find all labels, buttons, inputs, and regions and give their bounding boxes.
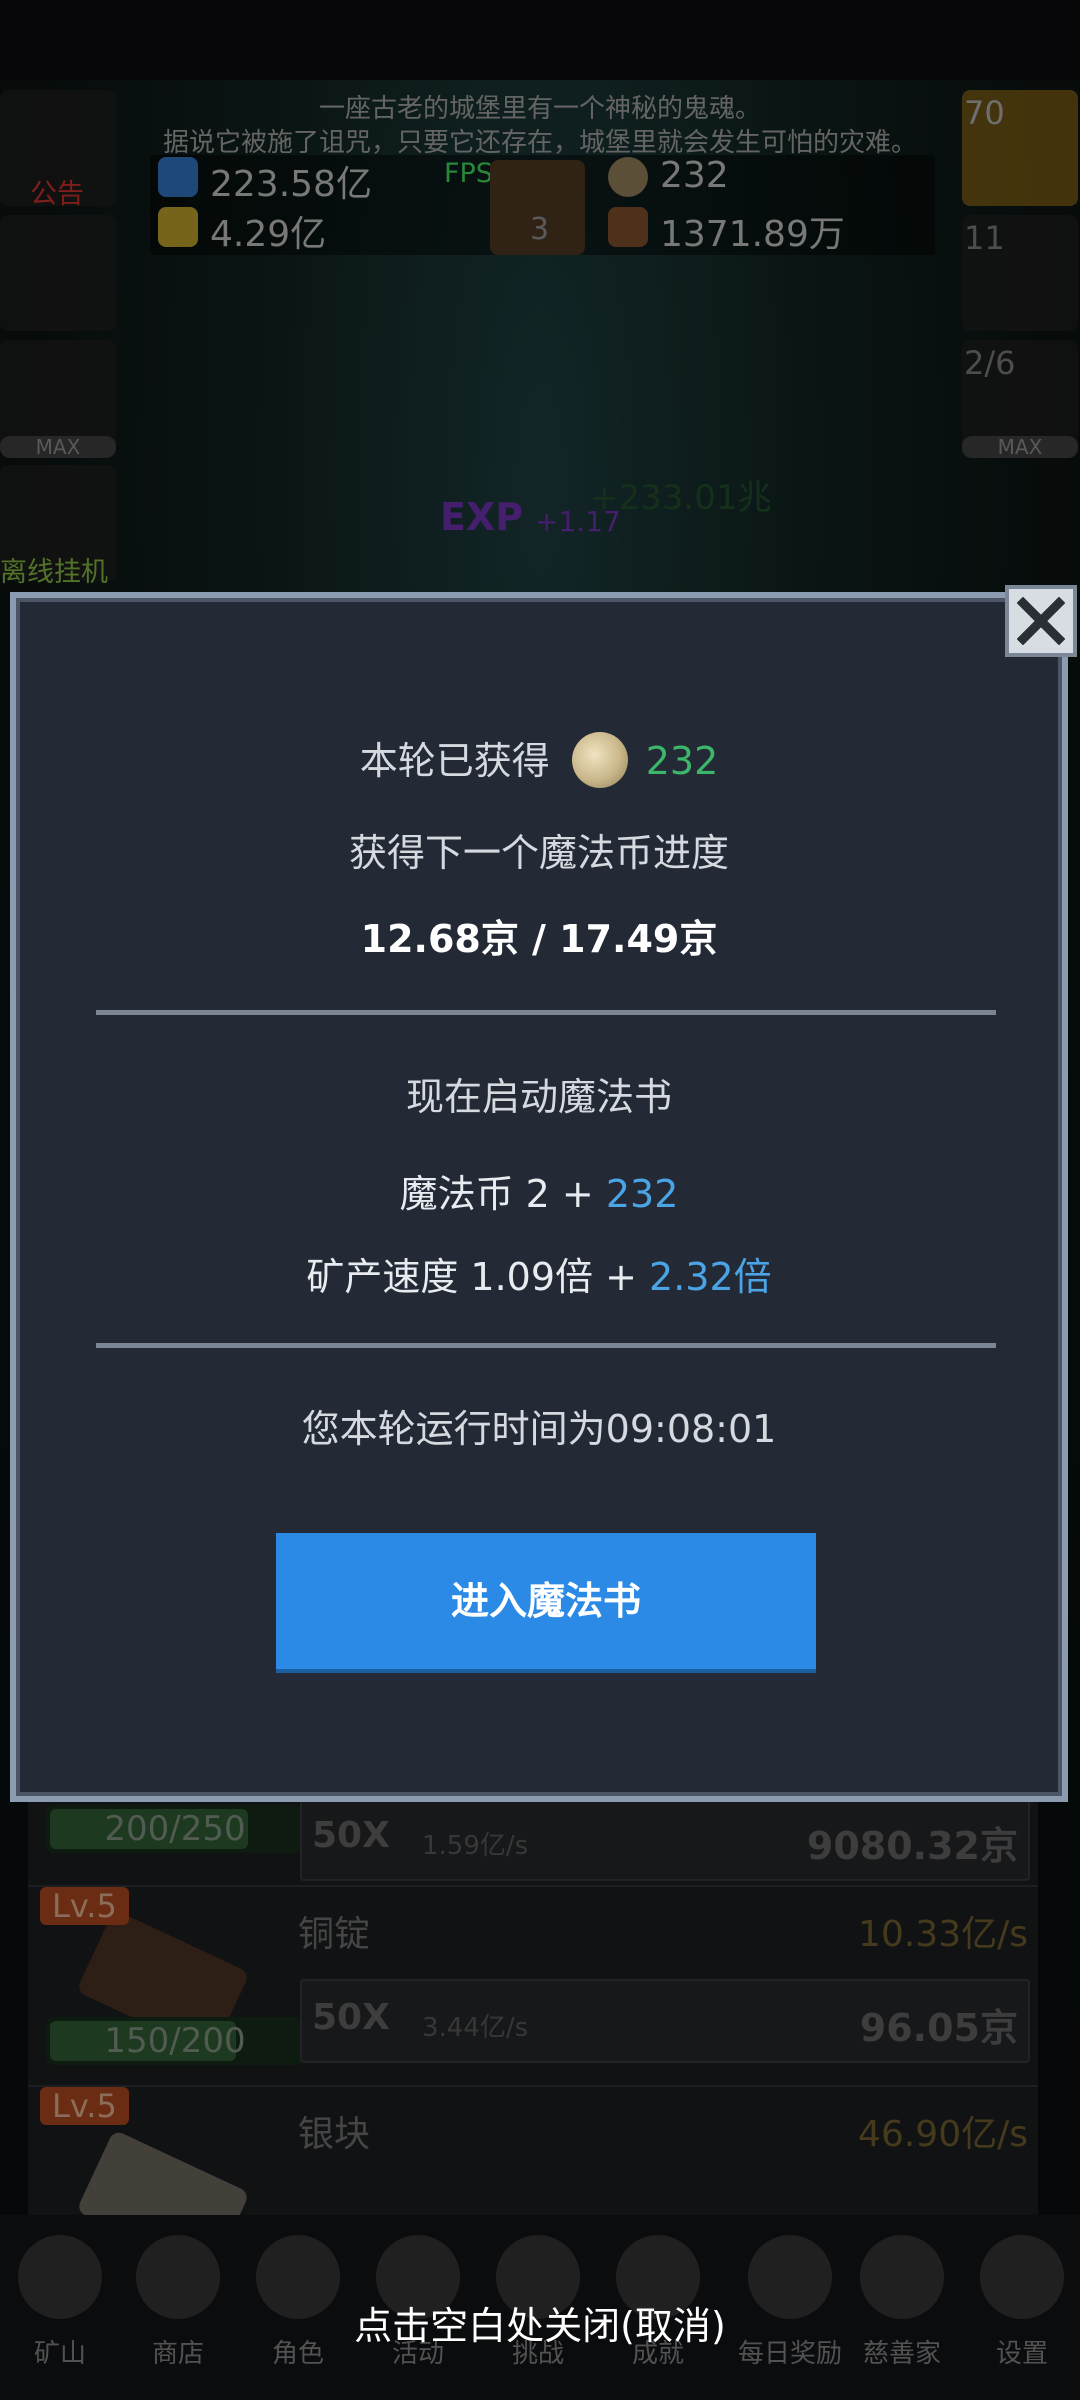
close-icon — [1017, 597, 1065, 645]
start-title: 现在启动魔法书 — [405, 1075, 672, 1119]
divider — [96, 1343, 996, 1348]
coin-line: 魔法币 2 + 232 — [16, 1163, 1062, 1218]
speed-line-label: 矿产速度 1.09倍 + — [306, 1255, 650, 1299]
magic-book-dialog: 本轮已获得 232 获得下一个魔法币进度 12.68京 / 17.49京 现在启动… — [10, 592, 1068, 1802]
round-gain-label: 本轮已获得 — [359, 739, 550, 783]
progress-title: 获得下一个魔法币进度 — [348, 831, 729, 875]
progress-value: 12.68京 / 17.49京 — [360, 917, 718, 961]
dismiss-hint: 点击空白处关闭(取消) — [354, 2304, 726, 2348]
magic-coin-icon — [571, 731, 628, 788]
close-button[interactable] — [1005, 585, 1077, 657]
divider — [96, 1010, 996, 1015]
speed-line: 矿产速度 1.09倍 + 2.32倍 — [16, 1246, 1062, 1301]
coin-line-label: 魔法币 2 + — [399, 1172, 606, 1216]
coin-line-bonus: 232 — [605, 1172, 679, 1216]
round-gain-line: 本轮已获得 232 — [16, 730, 1062, 792]
enter-magic-book-button[interactable]: 进入魔法书 — [276, 1533, 816, 1673]
round-gain-value: 232 — [645, 739, 719, 783]
runtime-text: 您本轮运行时间为09:08:01 — [301, 1407, 777, 1451]
speed-line-bonus: 2.32倍 — [649, 1255, 772, 1299]
